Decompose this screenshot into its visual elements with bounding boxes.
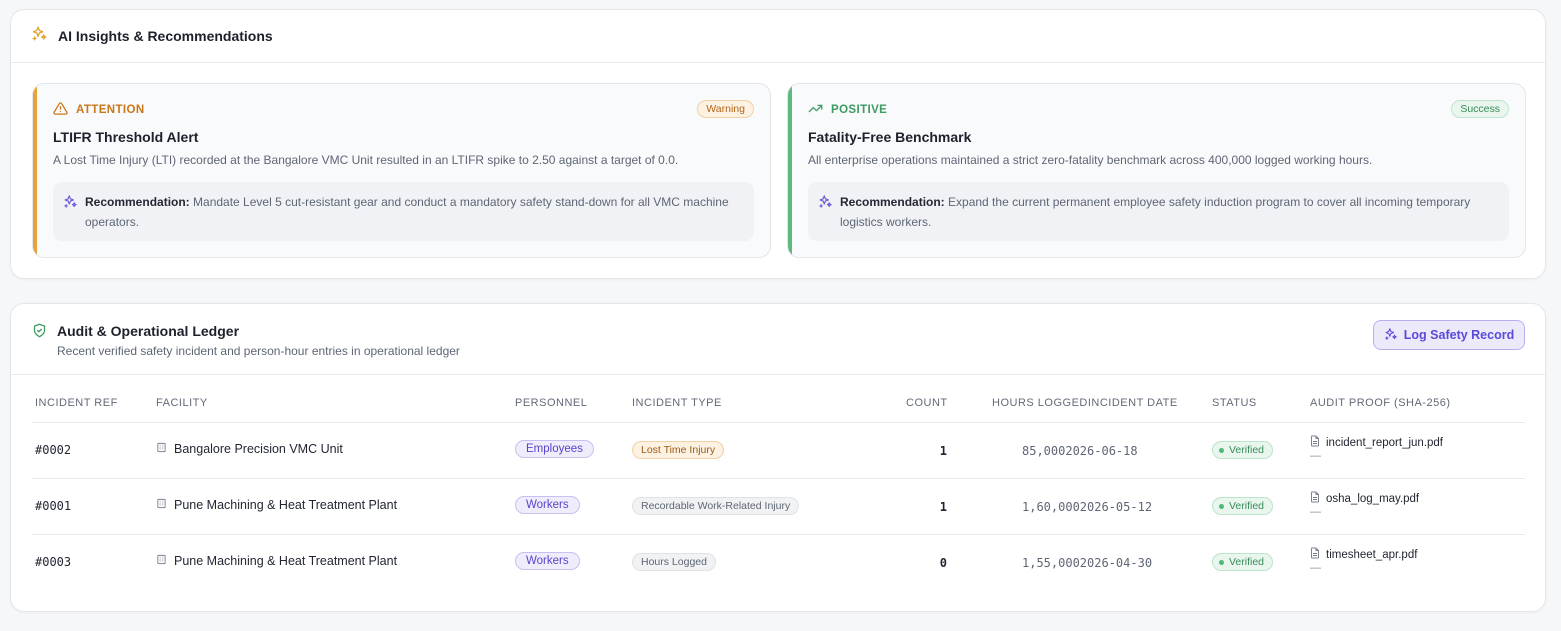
shield-check-icon — [32, 323, 47, 343]
insights-header: AI Insights & Recommendations — [11, 10, 1545, 63]
card-description: A Lost Time Injury (LTI) recorded at the… — [53, 153, 679, 167]
building-icon — [156, 442, 167, 456]
building-icon — [156, 554, 167, 568]
incident-type-badge: Recordable Work-Related Injury — [632, 497, 800, 515]
table-row[interactable]: #0003 Pune Machining & Heat Treatment Pl… — [32, 534, 1525, 590]
insight-card-positive: POSITIVE Success Fatality-Free Benchmark… — [787, 83, 1526, 258]
incident-type-badge: Lost Time Injury — [632, 441, 725, 459]
column-header-facility: FACILITY — [156, 397, 208, 409]
status-badge: Verified — [1212, 497, 1274, 515]
success-badge: Success — [1451, 100, 1509, 118]
status-dot — [1219, 503, 1224, 509]
proof-hash: — — [1310, 562, 1321, 574]
sparkles-icon — [1384, 327, 1398, 344]
audit-proof: incident_report_jun.pdf — — [1310, 435, 1443, 462]
warning-badge: Warning — [697, 100, 754, 118]
audit-ledger-panel: Audit & Operational Ledger Recent verifi… — [10, 303, 1546, 612]
building-icon — [156, 498, 167, 512]
column-header-ref: INCIDENT REF — [35, 397, 118, 409]
facility-cell: Pune Machining & Heat Treatment Plant — [156, 554, 397, 568]
table-row[interactable]: #0001 Pune Machining & Heat Treatment Pl… — [32, 478, 1525, 534]
sparkles-icon — [818, 194, 833, 215]
proof-hash: — — [1310, 506, 1321, 518]
hours-date: 85,0002026-06-18 — [1022, 444, 1138, 458]
ledger-title: Audit & Operational Ledger — [57, 323, 240, 339]
personnel-badge: Workers — [515, 552, 580, 570]
hours-date: 1,60,0002026-05-12 — [1022, 500, 1153, 514]
card-description: All enterprise operations maintained a s… — [808, 153, 1373, 167]
log-safety-record-button[interactable]: Log Safety Record — [1373, 320, 1525, 350]
incident-count: 1 — [939, 500, 947, 514]
audit-proof: timesheet_apr.pdf — — [1310, 547, 1417, 574]
recommendation-box: Recommendation: Mandate Level 5 cut-resi… — [53, 182, 754, 241]
proof-file-link[interactable]: osha_log_may.pdf — [1310, 491, 1419, 506]
card-title: Fatality-Free Benchmark — [808, 129, 972, 145]
audit-proof: osha_log_may.pdf — — [1310, 491, 1419, 518]
incident-ref: #0001 — [35, 499, 72, 513]
sparkles-icon — [31, 25, 48, 47]
personnel-badge: Workers — [515, 496, 580, 514]
incident-count: 1 — [939, 444, 947, 458]
column-header-status: STATUS — [1212, 397, 1257, 409]
column-header-type: INCIDENT TYPE — [632, 397, 722, 409]
file-icon — [1310, 435, 1320, 450]
card-accent-bar — [788, 84, 792, 257]
status-dot — [1219, 559, 1224, 565]
column-header-proof: AUDIT PROOF (SHA-256) — [1310, 397, 1451, 409]
incident-count: 0 — [939, 556, 947, 570]
warning-triangle-icon — [53, 101, 68, 119]
personnel-badge: Employees — [515, 440, 594, 458]
ledger-header: Audit & Operational Ledger Recent verifi… — [11, 304, 1545, 375]
card-accent-bar — [33, 84, 37, 257]
incident-ref: #0002 — [35, 443, 72, 457]
insight-card-attention: ATTENTION Warning LTIFR Threshold Alert … — [32, 83, 771, 258]
column-header-hours-date: HOURS LOGGEDINCIDENT DATE — [992, 397, 1178, 409]
card-kicker: POSITIVE — [808, 101, 887, 119]
proof-hash: — — [1310, 450, 1321, 462]
recommendation-label: Recommendation: — [85, 195, 190, 209]
file-icon — [1310, 491, 1320, 506]
card-kicker: ATTENTION — [53, 101, 145, 119]
status-badge: Verified — [1212, 553, 1274, 571]
proof-file-link[interactable]: timesheet_apr.pdf — [1310, 547, 1417, 562]
log-button-label: Log Safety Record — [1403, 328, 1515, 342]
recommendation-box: Recommendation: Expand the current perma… — [808, 182, 1509, 241]
trending-up-icon — [808, 101, 823, 119]
column-header-count: COUNT — [906, 397, 948, 409]
facility-cell: Bangalore Precision VMC Unit — [156, 442, 343, 456]
status-badge: Verified — [1212, 441, 1274, 459]
column-header-personnel: PERSONNEL — [515, 397, 588, 409]
table-row[interactable]: #0002 Bangalore Precision VMC Unit Emplo… — [32, 422, 1525, 478]
facility-cell: Pune Machining & Heat Treatment Plant — [156, 498, 397, 512]
card-title: LTIFR Threshold Alert — [53, 129, 199, 145]
recommendation-label: Recommendation: — [840, 195, 945, 209]
insights-title: AI Insights & Recommendations — [58, 28, 273, 44]
proof-file-link[interactable]: incident_report_jun.pdf — [1310, 435, 1443, 450]
ai-insights-panel: AI Insights & Recommendations ATTENTION … — [10, 9, 1546, 279]
incident-ref: #0003 — [35, 555, 72, 569]
sparkles-icon — [63, 194, 78, 215]
ledger-subtitle: Recent verified safety incident and pers… — [57, 344, 460, 358]
file-icon — [1310, 547, 1320, 562]
incident-type-badge: Hours Logged — [632, 553, 716, 571]
status-dot — [1219, 447, 1224, 453]
hours-date: 1,55,0002026-04-30 — [1022, 556, 1153, 570]
